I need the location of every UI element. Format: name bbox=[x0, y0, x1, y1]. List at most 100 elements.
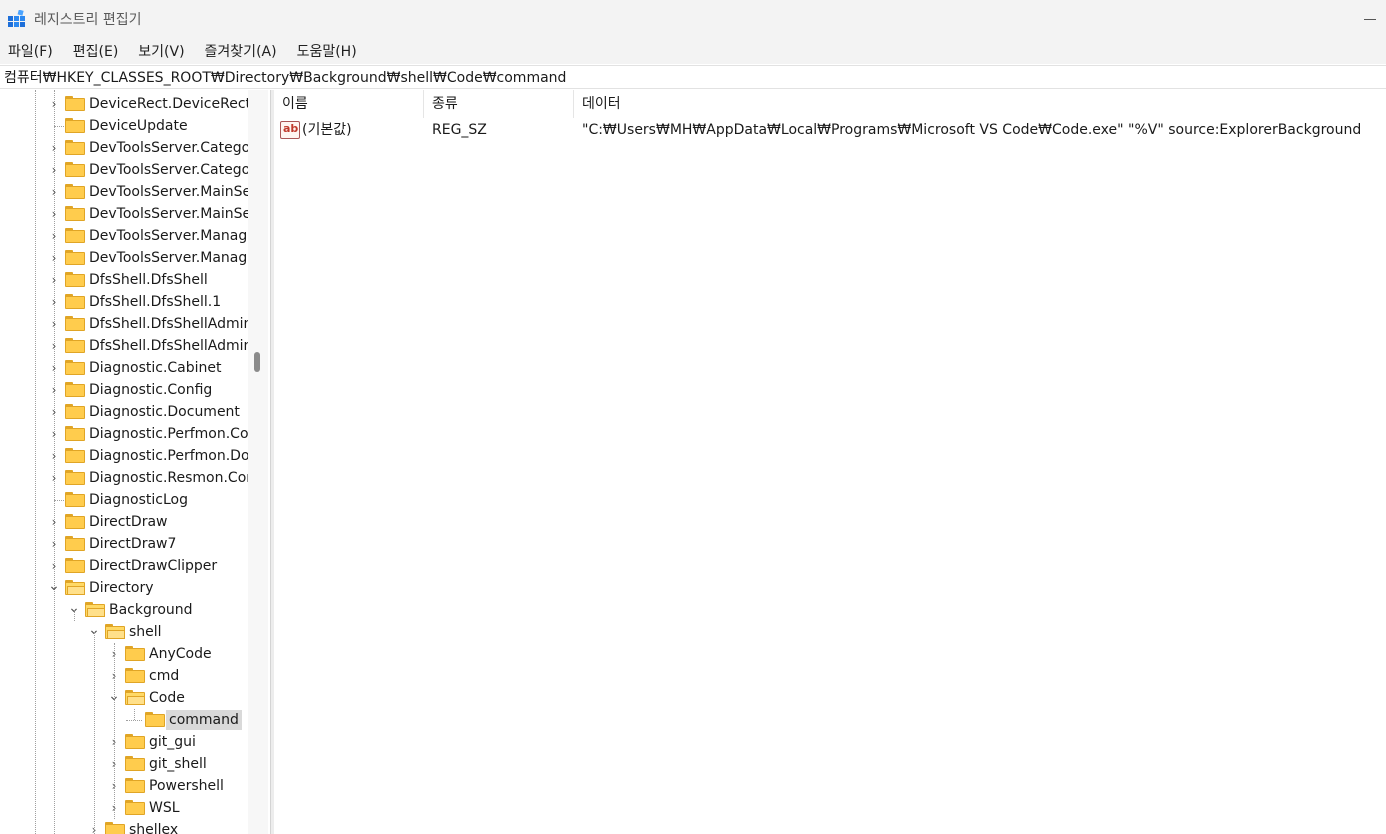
tree-node-devtoolsserver-manage[interactable]: › DevToolsServer.Manage bbox=[0, 225, 248, 247]
column-header-name[interactable]: 이름 bbox=[274, 90, 424, 118]
tree-node-label[interactable]: DirectDrawClipper bbox=[86, 556, 220, 576]
menu-favorites[interactable]: 즐겨찾기(A) bbox=[205, 41, 277, 61]
chevron-right-icon[interactable]: › bbox=[48, 296, 60, 308]
tree-node-shell[interactable]: ⌄ shell bbox=[0, 621, 248, 643]
tree-node-label[interactable]: Directory bbox=[86, 578, 157, 598]
tree-node-label[interactable]: DfsShell.DfsShell.1 bbox=[86, 292, 224, 312]
value-list[interactable]: 이름 종류 데이터 ab (기본값) REG_SZ "C:₩Users₩MH₩A… bbox=[274, 90, 1386, 834]
chevron-right-icon[interactable]: › bbox=[48, 274, 60, 286]
address-path[interactable]: 컴퓨터₩HKEY_CLASSES_ROOT₩Directory₩Backgrou… bbox=[4, 67, 566, 87]
tree-node-dfsshell-dfsshell[interactable]: › DfsShell.DfsShell bbox=[0, 269, 248, 291]
tree-node-cmd[interactable]: › cmd bbox=[0, 665, 248, 687]
tree-node-label[interactable]: Background bbox=[106, 600, 196, 620]
chevron-right-icon[interactable]: › bbox=[48, 252, 60, 264]
tree-node-label[interactable]: DevToolsServer.MainSe bbox=[86, 204, 248, 224]
tree-node-directdraw7[interactable]: › DirectDraw7 bbox=[0, 533, 248, 555]
tree-node-anycode[interactable]: › AnyCode bbox=[0, 643, 248, 665]
chevron-right-icon[interactable]: › bbox=[48, 384, 60, 396]
tree-node-label[interactable]: Diagnostic.Config bbox=[86, 380, 215, 400]
column-header-type[interactable]: 종류 bbox=[424, 90, 574, 118]
tree-scrollbar[interactable] bbox=[248, 90, 268, 834]
tree-scrollbar-thumb[interactable] bbox=[254, 352, 260, 372]
tree-node-label[interactable]: Diagnostic.Document bbox=[86, 402, 243, 422]
tree-node-label[interactable]: shellex bbox=[126, 820, 181, 834]
tree-node-directory[interactable]: ⌄ Directory bbox=[0, 577, 248, 599]
tree-node-label[interactable]: Powershell bbox=[146, 776, 227, 796]
tree-node-label[interactable]: DirectDraw7 bbox=[86, 534, 179, 554]
tree-node-label[interactable]: git_gui bbox=[146, 732, 199, 752]
tree-node-label[interactable]: DirectDraw bbox=[86, 512, 170, 532]
tree-node-label[interactable]: DeviceRect.DeviceRect.1 bbox=[86, 94, 248, 114]
menu-view[interactable]: 보기(V) bbox=[138, 41, 184, 61]
chevron-right-icon[interactable]: › bbox=[48, 362, 60, 374]
minimize-button[interactable] bbox=[1364, 8, 1378, 30]
column-header-data[interactable]: 데이터 bbox=[574, 90, 1386, 118]
chevron-right-icon[interactable]: › bbox=[48, 340, 60, 352]
tree-node-label[interactable]: DevToolsServer.Manage bbox=[86, 226, 248, 246]
tree-node-label[interactable]: DfsShell.DfsShellAdmin bbox=[86, 336, 248, 356]
tree-node-label[interactable]: shell bbox=[126, 622, 165, 642]
chevron-right-icon[interactable]: › bbox=[48, 472, 60, 484]
tree-node-devtoolsserver-manage[interactable]: › DevToolsServer.Manage bbox=[0, 247, 248, 269]
chevron-right-icon[interactable]: › bbox=[48, 516, 60, 528]
tree-node-label[interactable]: cmd bbox=[146, 666, 182, 686]
tree-node-devtoolsserver-category[interactable]: › DevToolsServer.Category bbox=[0, 137, 248, 159]
menu-file[interactable]: 파일(F) bbox=[8, 41, 53, 61]
chevron-right-icon[interactable]: › bbox=[48, 164, 60, 176]
tree-node-diagnostic-resmon-config[interactable]: › Diagnostic.Resmon.Config bbox=[0, 467, 248, 489]
tree-node-shellex[interactable]: › shellex bbox=[0, 819, 248, 834]
menu-edit[interactable]: 편집(E) bbox=[73, 41, 119, 61]
chevron-right-icon[interactable]: › bbox=[48, 142, 60, 154]
tree-node-label[interactable]: AnyCode bbox=[146, 644, 215, 664]
tree-node-deviceupdate[interactable]: DeviceUpdate bbox=[0, 115, 248, 137]
tree-node-diagnostic-document[interactable]: › Diagnostic.Document bbox=[0, 401, 248, 423]
tree-node-label[interactable]: WSL bbox=[146, 798, 183, 818]
menu-help[interactable]: 도움말(H) bbox=[297, 41, 357, 61]
chevron-right-icon[interactable]: › bbox=[48, 186, 60, 198]
tree-node-diagnostic-perfmon-config[interactable]: › Diagnostic.Perfmon.Config bbox=[0, 423, 248, 445]
chevron-right-icon[interactable]: › bbox=[48, 538, 60, 550]
tree-node-label[interactable]: Diagnostic.Resmon.Config bbox=[86, 468, 248, 488]
tree-node-label[interactable]: DevToolsServer.Category bbox=[86, 138, 248, 158]
tree-node-devtoolsserver-mainse[interactable]: › DevToolsServer.MainSe bbox=[0, 203, 248, 225]
chevron-right-icon[interactable]: › bbox=[48, 406, 60, 418]
tree-node-diagnosticlog[interactable]: DiagnosticLog bbox=[0, 489, 248, 511]
chevron-right-icon[interactable]: › bbox=[48, 208, 60, 220]
tree-node-code[interactable]: ⌄ Code bbox=[0, 687, 248, 709]
tree-node-label[interactable]: Diagnostic.Perfmon.Config bbox=[86, 424, 248, 444]
value-row[interactable]: ab (기본값) REG_SZ "C:₩Users₩MH₩AppData₩Loc… bbox=[274, 118, 1386, 142]
tree-node-label[interactable]: DevToolsServer.Category bbox=[86, 160, 248, 180]
tree-node-label[interactable]: DevToolsServer.MainSe bbox=[86, 182, 248, 202]
tree-node-label[interactable]: DevToolsServer.Manage bbox=[86, 248, 248, 268]
chevron-right-icon[interactable]: › bbox=[48, 450, 60, 462]
tree-node-dfsshell-dfsshelladmin[interactable]: › DfsShell.DfsShellAdmin bbox=[0, 313, 248, 335]
chevron-down-icon[interactable]: ⌄ bbox=[48, 579, 60, 594]
key-tree[interactable]: › DeviceRect.DeviceRect.1 DeviceUpdate › Dev… bbox=[0, 90, 248, 834]
tree-node-wsl[interactable]: › WSL bbox=[0, 797, 248, 819]
tree-node-label[interactable]: git_shell bbox=[146, 754, 210, 774]
tree-node-directdraw[interactable]: › DirectDraw bbox=[0, 511, 248, 533]
chevron-right-icon[interactable]: › bbox=[48, 428, 60, 440]
tree-node-label[interactable]: DfsShell.DfsShellAdmin bbox=[86, 314, 248, 334]
tree-node-dfsshell-dfsshelladmin[interactable]: › DfsShell.DfsShellAdmin bbox=[0, 335, 248, 357]
tree-node-diagnostic-perfmon-document[interactable]: › Diagnostic.Perfmon.Document bbox=[0, 445, 248, 467]
tree-node-label[interactable]: command bbox=[166, 710, 242, 730]
chevron-right-icon[interactable]: › bbox=[48, 318, 60, 330]
tree-node-diagnostic-cabinet[interactable]: › Diagnostic.Cabinet bbox=[0, 357, 248, 379]
tree-node-label[interactable]: Diagnostic.Perfmon.Document bbox=[86, 446, 248, 466]
tree-node-command[interactable]: command bbox=[0, 709, 248, 731]
chevron-right-icon[interactable]: › bbox=[48, 230, 60, 242]
tree-node-directdrawclipper[interactable]: › DirectDrawClipper bbox=[0, 555, 248, 577]
tree-node-background[interactable]: ⌄ Background bbox=[0, 599, 248, 621]
tree-node-label[interactable]: DiagnosticLog bbox=[86, 490, 191, 510]
chevron-right-icon[interactable]: › bbox=[48, 98, 60, 110]
tree-node-label[interactable]: Diagnostic.Cabinet bbox=[86, 358, 225, 378]
tree-node-dfsshell-dfsshell-1[interactable]: › DfsShell.DfsShell.1 bbox=[0, 291, 248, 313]
tree-node-label[interactable]: DfsShell.DfsShell bbox=[86, 270, 211, 290]
tree-node-devtoolsserver-category[interactable]: › DevToolsServer.Category bbox=[0, 159, 248, 181]
address-bar[interactable]: 컴퓨터₩HKEY_CLASSES_ROOT₩Directory₩Backgrou… bbox=[0, 65, 1386, 89]
tree-node-git-shell[interactable]: › git_shell bbox=[0, 753, 248, 775]
tree-node-devtoolsserver-mainse[interactable]: › DevToolsServer.MainSe bbox=[0, 181, 248, 203]
tree-node-label[interactable]: Code bbox=[146, 688, 188, 708]
chevron-right-icon[interactable]: › bbox=[48, 560, 60, 572]
